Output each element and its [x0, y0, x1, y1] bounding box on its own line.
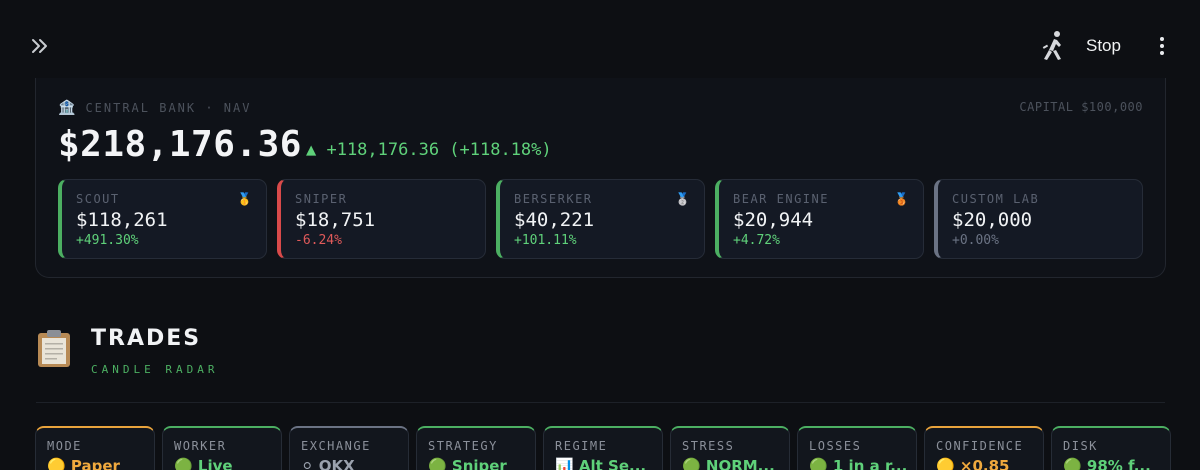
status-card-losses: LOSSES 🟢 1 in a r... [797, 426, 917, 470]
bot-name: BEAR ENGINE [733, 192, 829, 206]
status-card-confidence: CONFIDENCE 🟡 ×0.85 [924, 426, 1044, 470]
status-card-strategy: STRATEGY 🟢 Sniper [416, 426, 536, 470]
nav-value: $218,176.36 [58, 124, 302, 165]
status-card-regime: REGIME 📊 Alt Se... [543, 426, 663, 470]
bot-cards: SCOUT $118,261 +491.30% 🥇 SNIPER $18,751 -6.24… [58, 179, 1143, 259]
bot-name: BERSERKER [514, 192, 593, 206]
bot-value: $20,000 [952, 209, 1033, 231]
status-value: 🟢 Sniper [428, 457, 507, 470]
bot-value: $118,261 [76, 209, 168, 231]
bot-change: +4.72% [733, 233, 780, 248]
bot-change: +491.30% [76, 233, 139, 248]
bot-change: -6.24% [295, 233, 342, 248]
status-label: DISK [1063, 439, 1098, 453]
capital-label: CAPITAL $100,000 [1019, 100, 1143, 114]
status-value: 🟡 Paper [47, 457, 120, 470]
trades-title: TRADES [91, 326, 202, 351]
status-value: 🟢 98% f... [1063, 457, 1151, 470]
status-value: ⚪ OKX [301, 457, 355, 470]
nav-header: 🏦 CENTRAL BANK · NAV [58, 100, 251, 116]
running-person-icon [1040, 30, 1068, 62]
nav-change: ▲ +118,176.36 (+118.18%) [306, 140, 552, 160]
bot-name: SCOUT [76, 192, 120, 206]
status-label: STRATEGY [428, 439, 498, 453]
status-cards: MODE 🟡 Paper WORKER 🟢 Live EXCHANGE ⚪ OKX STRA… [35, 426, 1171, 470]
clipboard-icon [36, 328, 72, 368]
status-card-exchange: EXCHANGE ⚪ OKX [289, 426, 409, 470]
status-card-stress: STRESS 🟢 NORM... [670, 426, 790, 470]
status-card-mode: MODE 🟡 Paper [35, 426, 155, 470]
bot-change: +0.00% [952, 233, 999, 248]
stop-button[interactable]: Stop [1086, 36, 1121, 56]
status-card-worker: WORKER 🟢 Live [162, 426, 282, 470]
medal-icon: 🥇 [237, 192, 252, 206]
expand-icon[interactable] [28, 34, 52, 58]
nav-card: 🏦 CENTRAL BANK · NAV CAPITAL $100,000 $2… [35, 78, 1166, 278]
status-label: LOSSES [809, 439, 862, 453]
medal-icon: 🥉 [894, 192, 909, 206]
section-divider [36, 402, 1165, 403]
status-value: 🟢 1 in a r... [809, 457, 908, 470]
bot-card-bear-engine[interactable]: BEAR ENGINE $20,944 +4.72% 🥉 [715, 179, 924, 259]
status-card-disk: DISK 🟢 98% f... [1051, 426, 1171, 470]
top-bar: Stop [0, 0, 1200, 90]
trades-subtitle: CANDLE RADAR [91, 363, 219, 376]
status-label: STRESS [682, 439, 735, 453]
bot-name: SNIPER [295, 192, 348, 206]
medal-icon: 🥈 [675, 192, 690, 206]
nav-label: CENTRAL BANK · NAV [85, 101, 252, 115]
bot-value: $40,221 [514, 209, 595, 231]
status-value: 🟢 Live [174, 457, 233, 470]
status-label: MODE [47, 439, 82, 453]
bot-card-berserker[interactable]: BERSERKER $40,221 +101.11% 🥈 [496, 179, 705, 259]
bank-icon: 🏦 [58, 100, 76, 116]
status-value: 🟡 ×0.85 [936, 457, 1010, 470]
status-label: REGIME [555, 439, 608, 453]
status-label: CONFIDENCE [936, 439, 1024, 453]
bot-value: $18,751 [295, 209, 376, 231]
status-value: 📊 Alt Se... [555, 457, 647, 470]
bot-change: +101.11% [514, 233, 577, 248]
bot-card-scout[interactable]: SCOUT $118,261 +491.30% 🥇 [58, 179, 267, 259]
bot-value: $20,944 [733, 209, 814, 231]
bot-name: CUSTOM LAB [952, 192, 1040, 206]
status-label: EXCHANGE [301, 439, 371, 453]
status-label: WORKER [174, 439, 227, 453]
bot-card-custom-lab[interactable]: CUSTOM LAB $20,000 +0.00% [934, 179, 1143, 259]
more-vertical-icon[interactable] [1152, 36, 1172, 56]
bot-card-sniper[interactable]: SNIPER $18,751 -6.24% [277, 179, 486, 259]
status-value: 🟢 NORM... [682, 457, 775, 470]
